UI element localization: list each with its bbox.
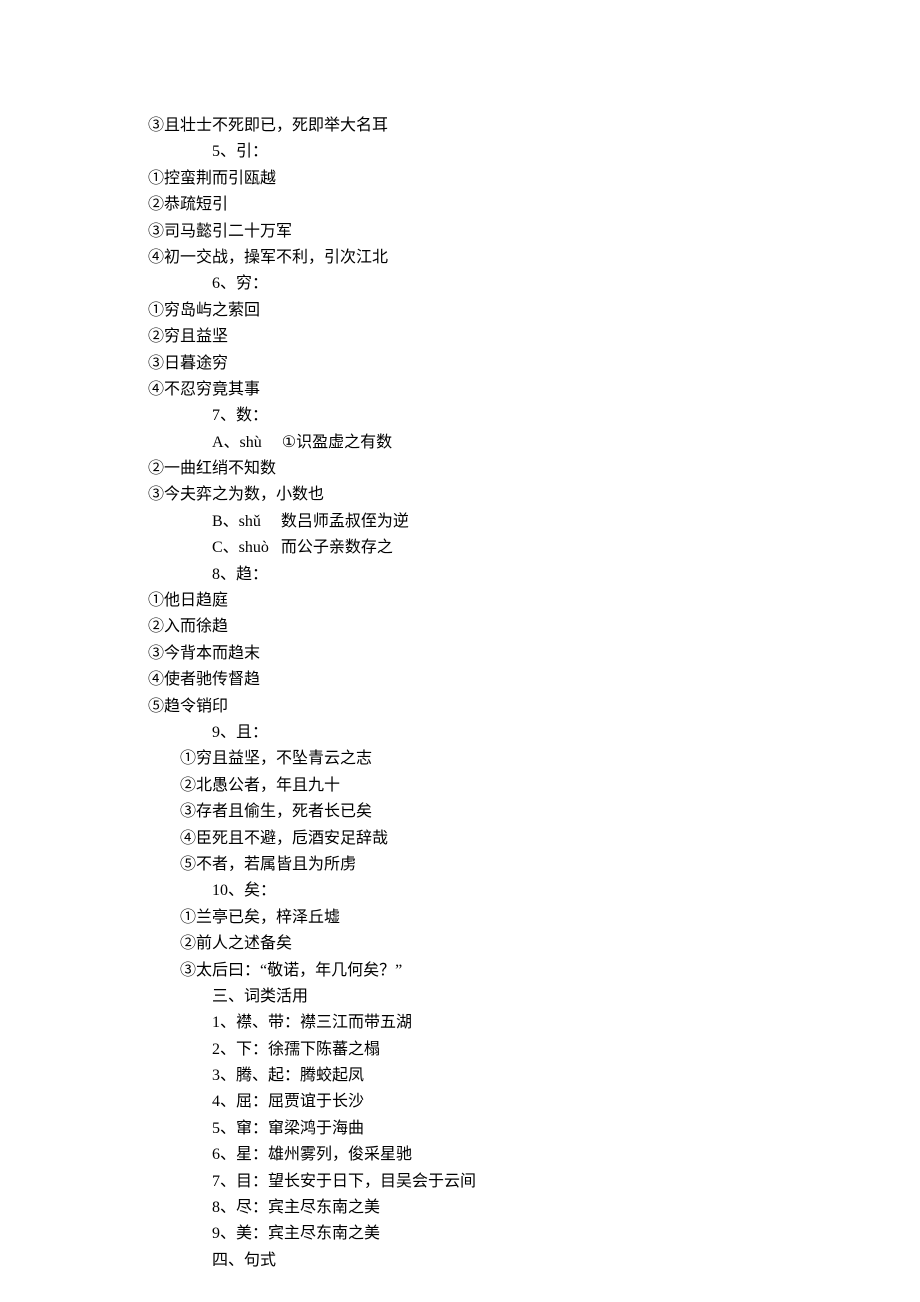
text-line: 6、星：雄州雾列，俊采星驰: [0, 1142, 920, 1168]
text-line: ③且壮士不死即已，死即举大名耳: [0, 113, 920, 139]
text-line: ①他日趋庭: [0, 588, 920, 614]
text-line: ④使者驰传督趋: [0, 667, 920, 693]
text-line: C、shuò 而公子亲数存之: [0, 535, 920, 561]
text-line: ④不忍穷竟其事: [0, 377, 920, 403]
text-line: 2、下：徐孺下陈蕃之榻: [0, 1037, 920, 1063]
text-line: 7、目：望长安于日下，目吴会于云间: [0, 1169, 920, 1195]
text-line: ①穷且益坚，不坠青云之志: [0, 746, 920, 772]
text-line: ⑤趋令销印: [0, 694, 920, 720]
text-line: ③日暮途穷: [0, 351, 920, 377]
text-line: ②入而徐趋: [0, 614, 920, 640]
text-line: 6、穷：: [0, 271, 920, 297]
text-line: 3、腾、起：腾蛟起凤: [0, 1063, 920, 1089]
text-line: ②北愚公者，年且九十: [0, 773, 920, 799]
text-line: 三、词类活用: [0, 984, 920, 1010]
text-line: 5、窜：窜梁鸿于海曲: [0, 1116, 920, 1142]
text-line: 4、屈：屈贾谊于长沙: [0, 1089, 920, 1115]
text-line: 8、尽：宾主尽东南之美: [0, 1195, 920, 1221]
text-line: 1、襟、带：襟三江而带五湖: [0, 1010, 920, 1036]
text-line: ④初一交战，操军不利，引次江北: [0, 245, 920, 271]
text-line: 四、句式: [0, 1248, 920, 1274]
text-line: ②一曲红绡不知数: [0, 456, 920, 482]
text-line: ①控蛮荆而引瓯越: [0, 166, 920, 192]
text-line: ③今背本而趋末: [0, 641, 920, 667]
text-line: 7、数：: [0, 403, 920, 429]
text-line: ②前人之述备矣: [0, 931, 920, 957]
text-line: 9、美：宾主尽东南之美: [0, 1221, 920, 1247]
text-line: ②穷且益坚: [0, 324, 920, 350]
text-line: ③司马懿引二十万军: [0, 219, 920, 245]
text-line: ③太后曰：“敬诺，年几何矣？”: [0, 958, 920, 984]
document-page: ③且壮士不死即已，死即举大名耳5、引：①控蛮荆而引瓯越②恭疏短引③司马懿引二十万…: [0, 0, 920, 1302]
text-line: ③今夫弈之为数，小数也: [0, 482, 920, 508]
text-line: ③存者且偷生，死者长已矣: [0, 799, 920, 825]
text-line: ①兰亭已矣，梓泽丘墟: [0, 905, 920, 931]
text-line: 8、趋：: [0, 562, 920, 588]
text-line: ⑤不者，若属皆且为所虏: [0, 852, 920, 878]
text-line: ①穷岛屿之萦回: [0, 298, 920, 324]
text-line: B、shǔ 数吕师孟叔侄为逆: [0, 509, 920, 535]
text-line: 9、且：: [0, 720, 920, 746]
text-line: ④臣死且不避，卮酒安足辞哉: [0, 826, 920, 852]
text-line: 5、引：: [0, 139, 920, 165]
text-line: A、shù ①识盈虚之有数: [0, 430, 920, 456]
text-line: ②恭疏短引: [0, 192, 920, 218]
text-line: 10、矣：: [0, 878, 920, 904]
